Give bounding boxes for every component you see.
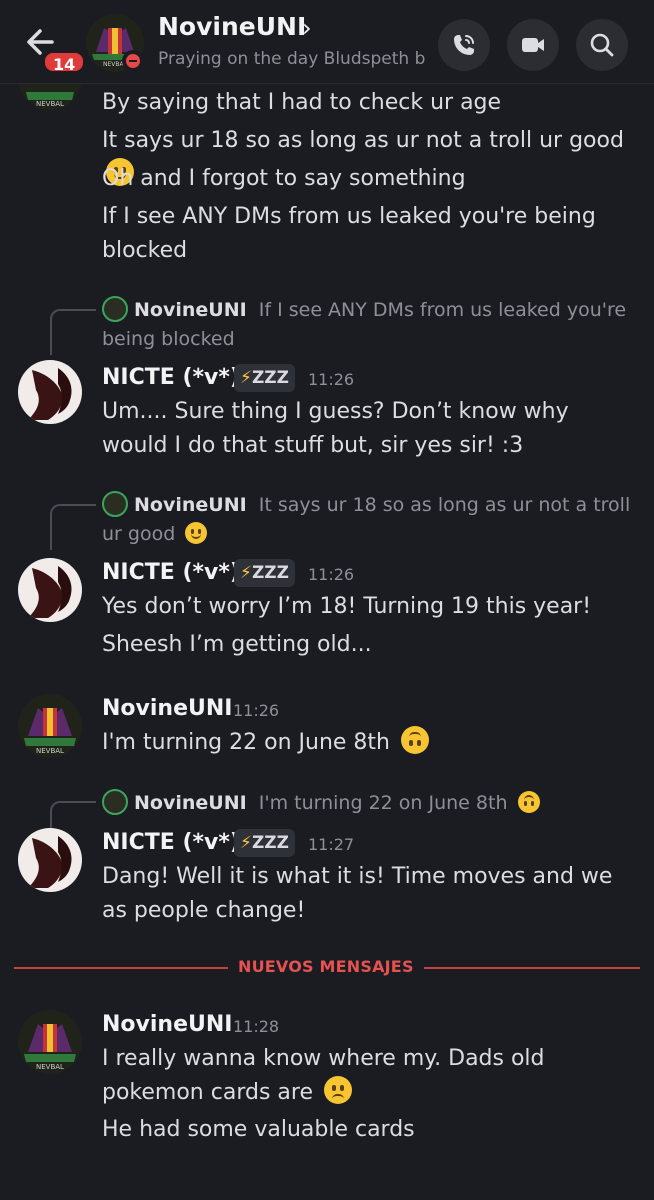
video-call-button[interactable] [507,19,559,71]
author-name[interactable]: NovineUNI [102,696,232,721]
message-text: He had some valuable cards [102,1117,415,1142]
message-line: By saying that I had to check ur age [102,90,502,115]
message-text: Dang! Well it is what it is! Time moves … [102,864,613,923]
search-button[interactable] [576,19,628,71]
search-icon [590,33,614,57]
reply-preview[interactable]: NovineUNI If I see ANY DMs from us leake… [102,296,642,354]
message-line: If I see ANY DMs from us leaked you're b… [102,204,596,263]
dnd-status-icon [122,50,144,72]
phone-icon [454,35,474,55]
message-line: Oh and I forgot to say something [102,166,466,191]
avatar[interactable] [18,360,82,424]
new-messages-label: NUEVOS MENSAJES [228,957,424,976]
chat-header: 14 NEVBAL NovineUNI › Praying on the day… [0,0,654,84]
lightning-icon: ⚡ [240,833,252,853]
upside-down-emoji-icon [401,726,429,754]
message-text: I'm turning 22 on June 8th [102,726,429,760]
lightning-icon: ⚡ [240,368,252,388]
timestamp: 11:26 [308,565,355,584]
user-tag[interactable]: ⚡ZZZ [234,364,295,392]
author-name[interactable]: NICTE (*v*) [102,365,240,390]
custom-status: Praying on the day Bludspeth b... [158,49,426,69]
user-tag[interactable]: ⚡ZZZ [234,829,295,857]
avatar [102,789,128,815]
avatar[interactable]: NEVBAL [18,1010,82,1074]
chevron-right-icon[interactable]: › [302,14,312,42]
avatar [102,296,128,322]
timestamp: 11:28 [233,1017,280,1036]
voice-call-button[interactable] [438,19,490,71]
message-text: Yes don’t worry I’m 18! Turning 19 this … [102,594,592,619]
message-text: Um.... Sure thing I guess? Don’t know wh… [102,399,569,458]
avatar[interactable] [18,558,82,622]
avatar [102,491,128,517]
svg-text:NEVBAL: NEVBAL [36,100,64,108]
reply-connector [50,504,96,550]
reply-preview[interactable]: NovineUNI It says ur 18 so as long as ur… [102,491,642,549]
unread-badge: 14 [42,50,87,74]
reply-preview[interactable]: NovineUNI I'm turning 22 on June 8th [102,789,642,818]
message-text: Sheesh I’m getting old... [102,632,372,657]
slight-frown-emoji-icon [323,1076,352,1104]
message-list[interactable]: NEVBAL By saying that I had to check ur … [0,46,654,1200]
video-icon [522,38,544,52]
avatar[interactable]: NEVBAL [18,694,82,758]
slight-smile-emoji-icon [185,522,208,544]
upside-down-emoji-icon [517,791,540,813]
chat-title[interactable]: NovineUNI [158,12,306,41]
user-tag[interactable]: ⚡ZZZ [234,559,295,587]
author-name[interactable]: NICTE (*v*) [102,560,240,585]
author-name[interactable]: NICTE (*v*) [102,830,240,855]
svg-text:NEVBAL: NEVBAL [36,1063,64,1071]
message-text: I really wanna know where my. Dads old p… [102,1046,545,1105]
author-name[interactable]: NovineUNI [102,1012,232,1037]
reply-connector [50,309,96,355]
lightning-icon: ⚡ [240,563,252,583]
avatar[interactable] [18,828,82,892]
svg-text:NEVBAL: NEVBAL [36,747,64,755]
timestamp: 11:26 [233,701,280,720]
timestamp: 11:26 [308,370,355,389]
timestamp: 11:27 [308,835,355,854]
